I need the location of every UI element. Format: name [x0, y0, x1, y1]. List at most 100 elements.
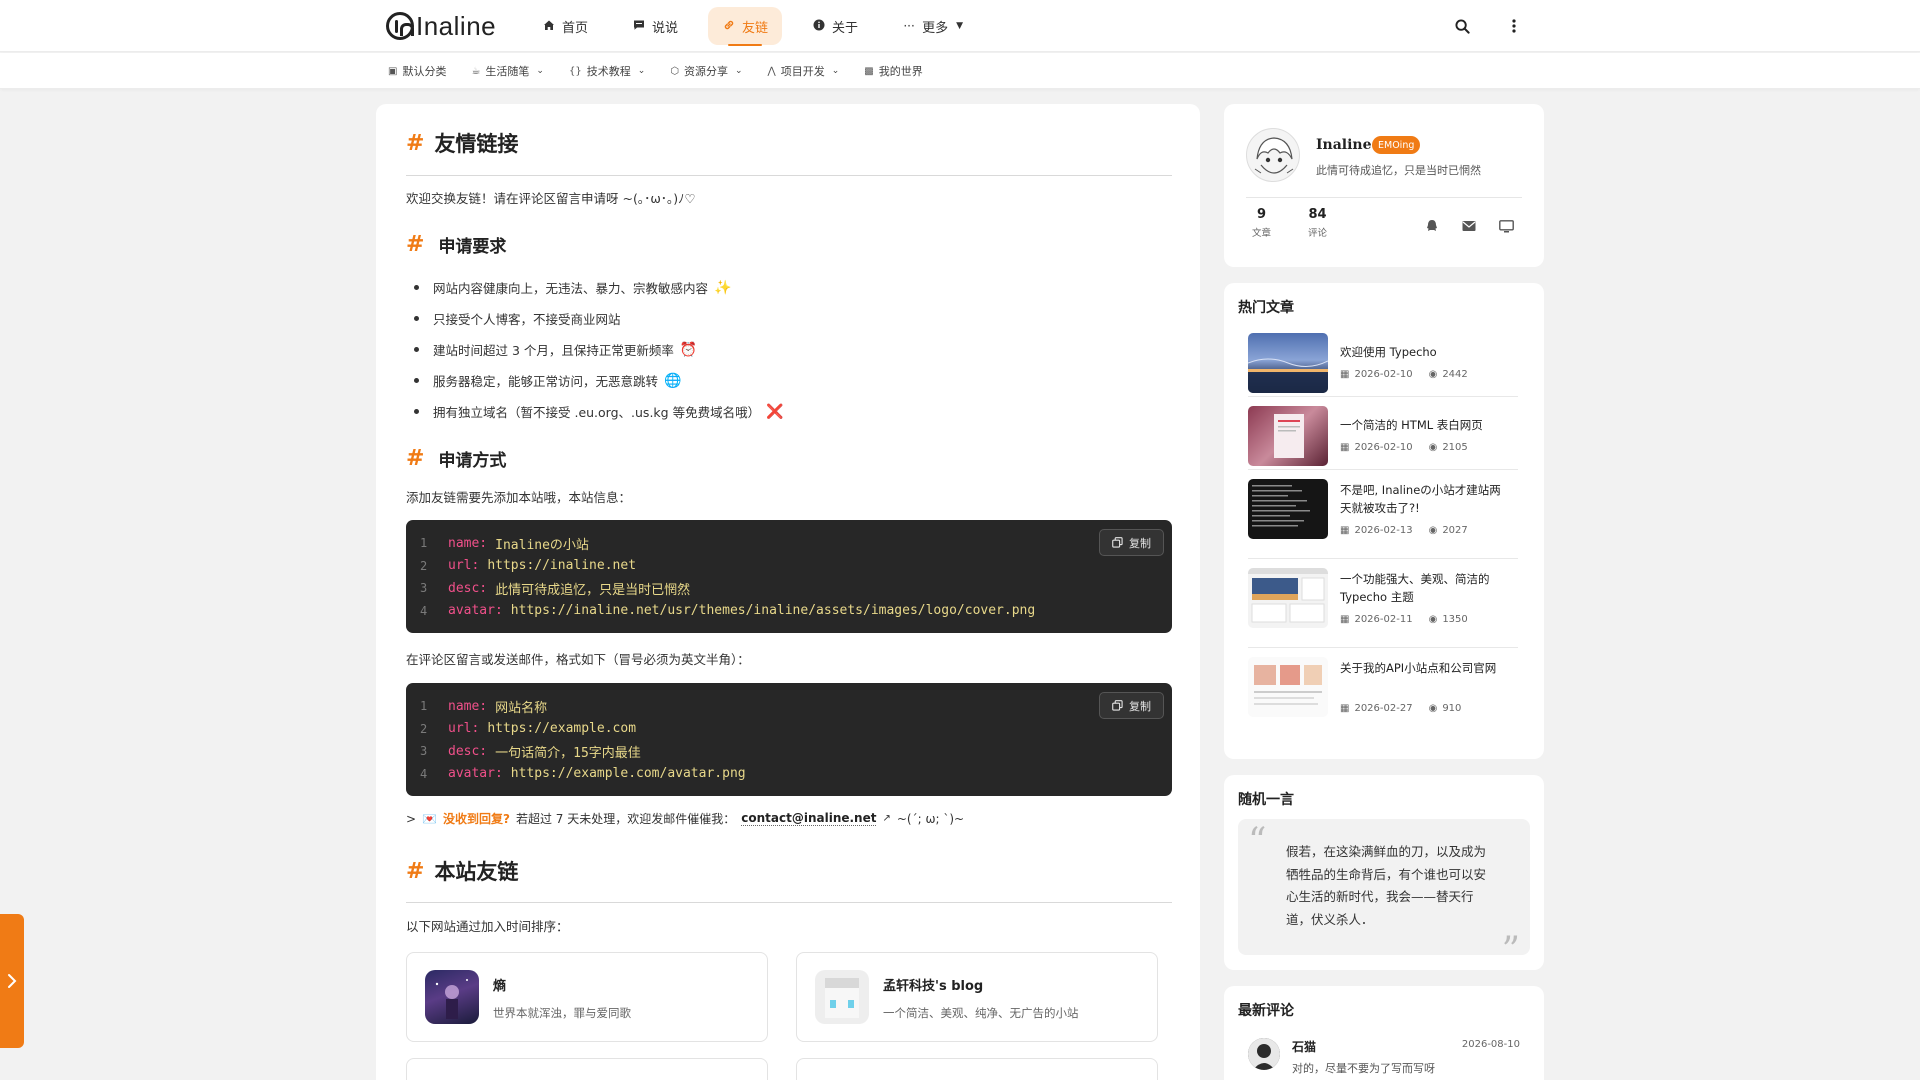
article-card: # 友情链接 欢迎交换友链！请在评论区留言申请呀 ~(｡･ω･｡)ﾉ♡ # 申请… — [376, 104, 1200, 1080]
email-link[interactable]: contact@inaline.net — [741, 811, 877, 826]
logo-mark-icon — [386, 12, 414, 40]
category-minecraft[interactable]: ▩ 我的世界 — [864, 63, 922, 79]
friend-card[interactable] — [406, 1058, 768, 1080]
post-meta: ▦ 2026-02-10 ◉ 2442 — [1340, 369, 1468, 380]
category-label: 默认分类 — [402, 65, 447, 78]
requirements-heading: # 申请要求 — [406, 232, 506, 257]
site-logo[interactable]: Inaline — [386, 10, 496, 42]
home-icon — [542, 19, 556, 34]
heading-text: 申请要求 — [438, 237, 507, 257]
folder-icon: ▣ — [388, 65, 398, 77]
chevron-down-icon: ⌄ — [536, 66, 544, 76]
profile-card: Inaline EMOing 此情可待成追忆，只是当时已惘然 9 文章 84 评… — [1224, 104, 1544, 267]
method-intro: 添加友链需要先添加本站哦，本站信息： — [406, 490, 632, 505]
post-thumbnail — [1248, 657, 1328, 717]
post-title: 一个简洁的 HTML 表白网页 — [1340, 418, 1483, 432]
mail-button[interactable] — [1459, 216, 1479, 236]
profile-divider — [1246, 197, 1522, 198]
drawer-toggle-button[interactable] — [0, 914, 24, 1048]
search-button[interactable] — [1450, 14, 1474, 38]
pen-icon: ⋀ — [767, 65, 776, 77]
latest-comments-title: 最新评论 — [1238, 1003, 1294, 1019]
post-title: 欢迎使用 Typecho — [1340, 345, 1437, 359]
chevron-down-icon: ⌄ — [637, 66, 646, 76]
mail-icon — [1462, 221, 1476, 231]
heading-text: 申请方式 — [438, 451, 507, 471]
category-bar: ▣ 默认分类 ☕ 生活随笔 ⌄ {} 技术教程 ⌄ ⬡ 资源分享 ⌄ ⋀ 项目开… — [0, 53, 1920, 89]
eye-icon: ◉ — [1428, 369, 1438, 380]
comment-author[interactable]: 石猫 — [1292, 1038, 1316, 1055]
code-line: 4 avatar: https://inaline.net/usr/themes/i… — [420, 603, 1036, 619]
category-label: 技术教程 — [586, 65, 631, 78]
friend-card[interactable] — [796, 1058, 1158, 1080]
nav-label: 友链 — [742, 20, 769, 36]
calendar-icon: ▦ — [1340, 369, 1350, 380]
hot-post-item[interactable]: 一个简洁的 HTML 表白网页 ▦ 2026-02-10 ◉ 2105 — [1248, 406, 1518, 470]
page-title-text: 友情链接 — [434, 132, 519, 156]
intro-text: 欢迎交换友链！请在评论区留言申请呀 ~(｡･ω･｡)ﾉ♡ — [406, 191, 696, 206]
code-line: 4 avatar: https://example.com/avatar.png — [420, 766, 746, 782]
reply-note: > 💌 没收到回复? 若超过 7 天未处理，欢迎发邮件催催我： contact@… — [406, 811, 965, 826]
cross-mark-icon: ❌ — [766, 403, 784, 420]
nav-item-moments[interactable]: 说说 — [618, 7, 692, 45]
category-label: 生活随笔 — [485, 65, 530, 78]
chevron-down-icon: ▼ — [956, 21, 963, 31]
friends-heading: # 本站友链 — [406, 856, 518, 886]
chevron-down-icon: ⌄ — [831, 66, 840, 76]
header-tools — [1450, 14, 1526, 38]
hot-posts-title: 热门文章 — [1238, 300, 1294, 316]
hot-post-item[interactable]: 欢迎使用 Typecho ▦ 2026-02-10 ◉ 2442 — [1248, 333, 1518, 397]
copy-button[interactable]: 复制 — [1099, 529, 1164, 556]
list-item: 只接受个人博客，不接受商业网站 — [406, 303, 784, 334]
category-label: 资源分享 — [683, 65, 728, 78]
random-quote-card: 随机一言 “ 假若，在这染满鲜血的刀，以及成为牺牲品的生命背后，有个谁也可以安心… — [1224, 775, 1544, 971]
comment-text[interactable]: 对的，尽量不要为了写而写呀 — [1292, 1060, 1435, 1076]
stat-comments[interactable]: 84 评论 — [1308, 207, 1327, 239]
hot-post-item[interactable]: 不是吧, Inalineの小站才建站两天就被攻击了?! ▦ 2026-02-13 … — [1248, 479, 1518, 559]
profile-desc: 此情可待成追忆，只是当时已惘然 — [1316, 164, 1481, 177]
copy-button[interactable]: 复制 — [1099, 692, 1164, 719]
nav-label: 首页 — [562, 20, 589, 36]
quote-open-icon: “ — [1248, 821, 1267, 862]
info-icon — [812, 19, 826, 34]
profile-name: Inaline — [1316, 137, 1372, 153]
category-default[interactable]: ▣ 默认分类 — [388, 63, 446, 79]
code-line: 2 url: https://example.com — [420, 721, 637, 737]
nav-item-more[interactable]: ··· 更多 ▼ — [888, 7, 977, 45]
friend-card[interactable]: 孟轩科技's blog 一个简洁、美观、纯净、无广告的小站 — [796, 952, 1158, 1042]
heading-hash: # — [406, 130, 425, 156]
post-meta: ▦ 2026-02-27 ◉ 910 — [1340, 703, 1462, 714]
menu-button[interactable] — [1502, 14, 1526, 38]
category-resources[interactable]: ⬡ 资源分享 ⌄ — [670, 63, 742, 79]
link-icon — [722, 19, 736, 34]
code-line: 2 url: https://inaline.net — [420, 558, 637, 574]
page-title: # 友情链接 — [406, 128, 518, 158]
category-life[interactable]: ☕ 生活随笔 ⌄ — [471, 63, 544, 79]
reply-note-text: 若超过 7 天未处理，欢迎发邮件催催我： — [515, 812, 736, 826]
post-meta: ▦ 2026-02-10 ◉ 2105 — [1340, 442, 1468, 453]
nav-item-about[interactable]: 关于 — [798, 7, 872, 45]
search-icon — [1454, 18, 1470, 34]
hot-post-item[interactable]: 一个功能强大、美观、简洁的 Typecho 主题 ▦ 2026-02-11 ◉ 13… — [1248, 568, 1518, 648]
logo-text: Inaline — [416, 10, 497, 41]
monitor-button[interactable] — [1496, 216, 1516, 236]
friend-name: 熵 — [493, 979, 507, 994]
nav-item-links[interactable]: 友链 — [708, 7, 783, 46]
heading-hash: # — [406, 858, 425, 884]
copy-icon — [1112, 700, 1123, 711]
nav-item-home[interactable]: 首页 — [528, 7, 602, 45]
sparkles-icon: ✨ — [714, 279, 732, 296]
comment-avatar[interactable] — [1248, 1038, 1280, 1070]
friend-card[interactable]: 熵 世界本就浑浊，罪与爱同歌 — [406, 952, 768, 1042]
category-tech[interactable]: {} 技术教程 ⌄ — [569, 63, 645, 79]
friends-intro: 以下网站通过加入时间排序： — [406, 919, 569, 934]
code-block-format: 1 name: 网站名称 2 url: https://example.com 3 des… — [406, 683, 1172, 796]
stat-posts[interactable]: 9 文章 — [1252, 207, 1271, 239]
avatar[interactable] — [1246, 128, 1300, 182]
hot-post-item[interactable]: 关于我的API小站点和公司官网 ▦ 2026-02-27 ◉ 910 — [1248, 657, 1518, 737]
category-projects[interactable]: ⋀ 项目开发 ⌄ — [768, 63, 840, 79]
friend-desc: 一个简洁、美观、纯净、无广告的小站 — [883, 1006, 1079, 1020]
copy-icon — [1112, 537, 1123, 548]
qq-button[interactable] — [1422, 216, 1442, 236]
qq-icon — [1427, 220, 1437, 231]
